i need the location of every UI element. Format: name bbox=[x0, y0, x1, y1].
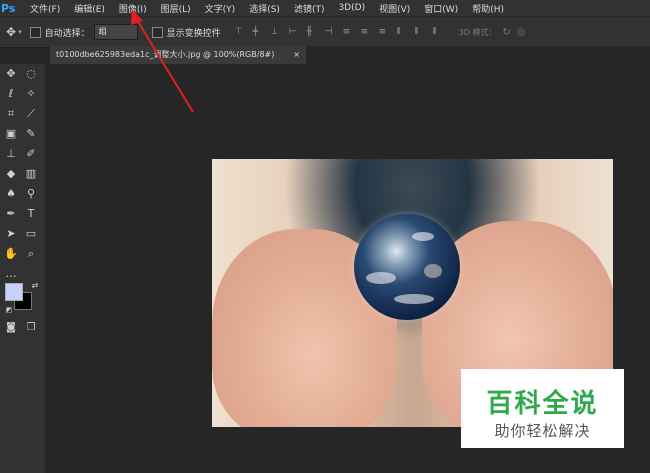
annotation-arrow bbox=[131, 9, 194, 113]
